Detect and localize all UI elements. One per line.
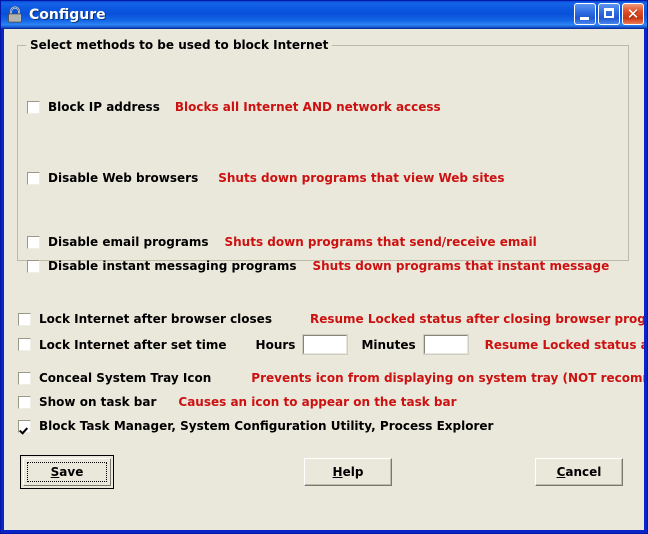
checkbox-row-lock-after-set-time[interactable]: Lock Internet after set time Hours Minut…	[18, 334, 644, 355]
help-button-label: Help	[333, 465, 364, 479]
hint-disable-web-browsers: Shuts down programs that view Web sites	[218, 171, 505, 185]
checkbox-row-disable-web-browsers[interactable]: Disable Web browsers Shuts down programs…	[27, 171, 504, 185]
cancel-rest: ancel	[565, 465, 602, 479]
checkbox-lock-internet-after-set-time[interactable]	[18, 338, 31, 351]
checkbox-label-disable-instant-messaging: Disable instant messaging programs	[48, 259, 297, 273]
checkbox-disable-web-browsers[interactable]	[27, 171, 40, 185]
help-button[interactable]: Help	[304, 458, 392, 486]
checkbox-block-task-manager[interactable]	[18, 419, 31, 433]
checkbox-show-on-task-bar[interactable]	[18, 395, 31, 409]
checkbox-label-conceal-system-tray-icon: Conceal System Tray Icon	[39, 371, 212, 385]
groupbox-legend: Select methods to be used to block Inter…	[26, 38, 333, 52]
close-button[interactable]: ✕	[622, 3, 644, 25]
save-rest: ave	[59, 465, 84, 479]
help-accel: H	[332, 465, 343, 479]
hint-conceal-system-tray-icon: Prevents icon from displaying on system …	[251, 371, 644, 385]
checkbox-row-disable-email[interactable]: Disable email programs Shuts down progra…	[27, 235, 537, 249]
hint-disable-instant-messaging: Shuts down programs that instant message	[312, 259, 610, 273]
help-rest: elp	[342, 465, 364, 479]
save-button-label: Save	[51, 465, 84, 479]
hint-block-ip-address: Blocks all Internet AND network access	[174, 100, 441, 114]
checkbox-row-block-task-manager[interactable]: Block Task Manager, System Configuration…	[18, 419, 493, 433]
padlock-icon	[8, 6, 22, 22]
checkbox-block-ip-address[interactable]	[27, 100, 40, 114]
window-title: Configure	[29, 6, 106, 23]
checkbox-label-block-task-manager: Block Task Manager, System Configuration…	[39, 419, 494, 433]
title-bar[interactable]: Configure ✕	[1, 1, 647, 29]
configure-window: Configure ✕ Select methods to be used to…	[0, 0, 648, 534]
window-controls: ✕	[574, 3, 644, 25]
save-button[interactable]: Save	[20, 455, 114, 489]
checkbox-disable-email-programs[interactable]	[27, 235, 40, 249]
cancel-button[interactable]: Cancel	[535, 458, 623, 486]
checkbox-row-lock-after-browser-closes[interactable]: Lock Internet after browser closes Resum…	[18, 312, 644, 326]
client-area: Select methods to be used to block Inter…	[4, 29, 644, 530]
checkbox-row-show-on-task-bar[interactable]: Show on task bar Causes an icon to appea…	[18, 395, 457, 409]
minimize-button[interactable]	[574, 3, 596, 25]
checkbox-label-lock-internet-after-set-time: Lock Internet after set time	[39, 337, 227, 352]
checkbox-lock-internet-after-browser-closes[interactable]	[18, 312, 31, 326]
checkbox-row-disable-im[interactable]: Disable instant messaging programs Shuts…	[27, 259, 609, 273]
hint-lock-internet-after-set-time: Resume Locked status after set time	[484, 337, 644, 352]
checkbox-label-lock-internet-after-browser-closes: Lock Internet after browser closes	[39, 312, 272, 326]
hours-input[interactable]	[302, 334, 349, 355]
checkbox-label-show-on-task-bar: Show on task bar	[39, 395, 157, 409]
checkbox-row-block-ip[interactable]: Block IP address Blocks all Internet AND…	[27, 100, 441, 114]
checkbox-conceal-system-tray-icon[interactable]	[18, 371, 31, 385]
minutes-label: Minutes	[361, 337, 416, 352]
close-icon: ✕	[626, 5, 640, 23]
checkbox-label-block-ip-address: Block IP address	[48, 100, 160, 114]
checkbox-label-disable-web-browsers: Disable Web browsers	[48, 171, 199, 185]
maximize-button[interactable]	[598, 3, 620, 25]
cancel-button-label: Cancel	[557, 465, 602, 479]
hint-disable-email-programs: Shuts down programs that send/receive em…	[224, 235, 537, 249]
hint-show-on-task-bar: Causes an icon to appear on the task bar	[178, 395, 457, 409]
checkbox-label-disable-email-programs: Disable email programs	[48, 235, 209, 249]
save-accel: S	[50, 465, 60, 479]
hint-lock-internet-after-browser-closes: Resume Locked status after closing brows…	[309, 312, 644, 326]
checkbox-disable-instant-messaging[interactable]	[27, 259, 40, 273]
block-methods-groupbox	[17, 45, 629, 261]
checkbox-row-conceal-tray-icon[interactable]: Conceal System Tray Icon Prevents icon f…	[18, 371, 644, 385]
minutes-input[interactable]	[422, 334, 469, 355]
hours-label: Hours	[255, 337, 296, 352]
